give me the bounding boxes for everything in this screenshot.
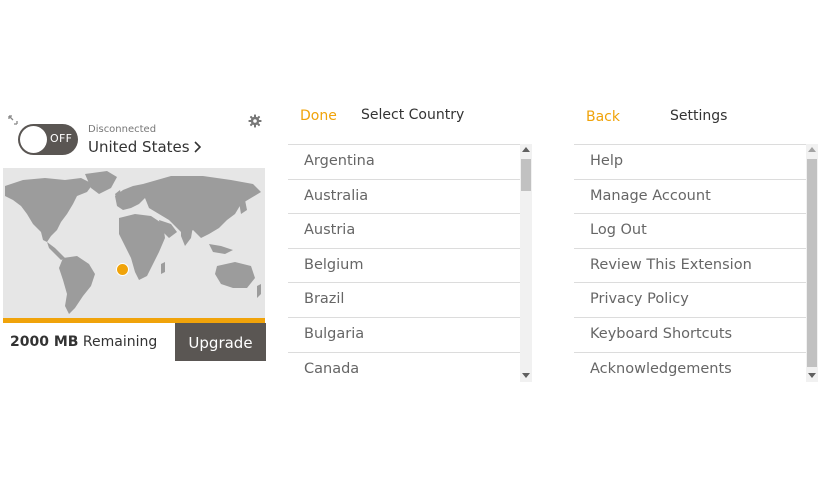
location-selector[interactable]: United States bbox=[88, 138, 201, 156]
location-marker bbox=[116, 263, 129, 276]
scroll-thumb[interactable] bbox=[807, 159, 817, 367]
settings-item-acknowledgements[interactable]: Acknowledgements bbox=[574, 351, 806, 382]
settings-scrollbar[interactable] bbox=[806, 144, 818, 382]
upgrade-button[interactable]: Upgrade bbox=[175, 323, 266, 361]
data-remaining: 2000 MB Remaining bbox=[10, 334, 157, 350]
main-panel: OFF Disconnected United States 2000 MB R… bbox=[0, 108, 268, 364]
expand-icon[interactable] bbox=[7, 114, 19, 126]
world-map bbox=[3, 168, 265, 318]
settings-item-help[interactable]: Help bbox=[574, 144, 806, 179]
scroll-up-arrow-icon[interactable] bbox=[808, 147, 816, 152]
remaining-amount: 2000 MB bbox=[10, 334, 79, 350]
country-item-belgium[interactable]: Belgium bbox=[288, 247, 520, 283]
scroll-up-arrow-icon[interactable] bbox=[522, 147, 530, 152]
done-button[interactable]: Done bbox=[300, 108, 337, 124]
country-item-austria[interactable]: Austria bbox=[288, 213, 520, 248]
scroll-down-arrow-icon[interactable] bbox=[522, 373, 530, 378]
world-map-graphic bbox=[5, 171, 261, 314]
scroll-down-arrow-icon[interactable] bbox=[808, 373, 816, 378]
country-item-australia[interactable]: Australia bbox=[288, 178, 520, 214]
settings-item-review-extension[interactable]: Review This Extension bbox=[574, 247, 806, 283]
country-scrollbar[interactable] bbox=[520, 144, 532, 382]
country-list: Argentina Australia Austria Belgium Braz… bbox=[288, 144, 520, 382]
scroll-thumb[interactable] bbox=[521, 159, 531, 191]
settings-list: Help Manage Account Log Out Review This … bbox=[574, 144, 806, 382]
settings-item-keyboard-shortcuts[interactable]: Keyboard Shortcuts bbox=[574, 316, 806, 352]
settings-item-privacy-policy[interactable]: Privacy Policy bbox=[574, 282, 806, 317]
country-item-brazil[interactable]: Brazil bbox=[288, 282, 520, 317]
gear-icon[interactable] bbox=[248, 114, 262, 128]
country-panel-title: Select Country bbox=[361, 107, 465, 123]
location-label: United States bbox=[88, 138, 190, 156]
settings-panel-title: Settings bbox=[670, 108, 728, 124]
connection-status: Disconnected bbox=[88, 124, 157, 135]
chevron-right-icon bbox=[194, 141, 201, 153]
back-button[interactable]: Back bbox=[586, 109, 620, 125]
country-item-argentina[interactable]: Argentina bbox=[288, 144, 520, 179]
vpn-toggle[interactable]: OFF bbox=[18, 124, 78, 155]
country-panel: Done Select Country Argentina Australia … bbox=[288, 100, 533, 385]
country-item-canada[interactable]: Canada bbox=[288, 351, 520, 382]
country-item-bulgaria[interactable]: Bulgaria bbox=[288, 316, 520, 352]
remaining-label: Remaining bbox=[82, 334, 158, 350]
toggle-knob bbox=[20, 126, 47, 153]
settings-item-manage-account[interactable]: Manage Account bbox=[574, 178, 806, 214]
settings-panel: Back Settings Help Manage Account Log Ou… bbox=[574, 100, 824, 385]
toggle-state-label: OFF bbox=[50, 132, 73, 145]
settings-item-log-out[interactable]: Log Out bbox=[574, 213, 806, 248]
